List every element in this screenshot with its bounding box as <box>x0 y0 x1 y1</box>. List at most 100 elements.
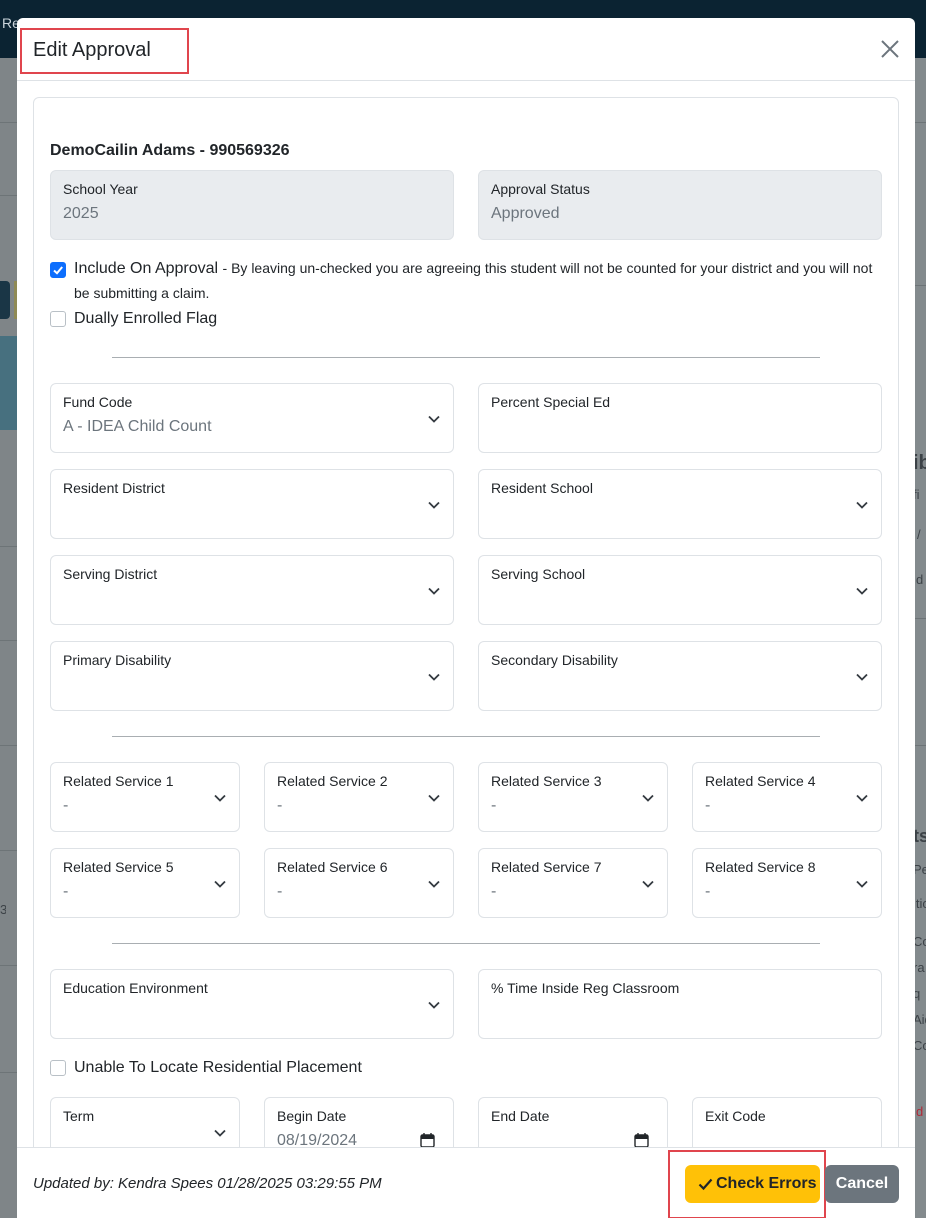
end-date-label: End Date <box>491 1108 550 1124</box>
resident-school-label: Resident School <box>491 480 593 496</box>
chevron-down-icon <box>855 670 869 684</box>
serving-school-label: Serving School <box>491 566 586 582</box>
percent-special-ed-input[interactable]: Percent Special Ed <box>478 383 882 453</box>
include-on-approval-checkbox[interactable] <box>50 262 66 278</box>
chevron-down-icon <box>641 877 655 891</box>
related-service-8-select[interactable]: Related Service 8 - <box>692 848 882 918</box>
related-service-value: - <box>705 883 711 900</box>
section-divider <box>112 736 820 737</box>
modal-header: Edit Approval <box>17 18 915 81</box>
background-divider <box>0 1072 17 1073</box>
background-divider <box>0 640 17 641</box>
background-divider <box>0 850 17 851</box>
time-inside-reg-classroom-label: % Time Inside Reg Classroom <box>491 980 680 996</box>
close-button[interactable] <box>879 38 901 60</box>
background-divider <box>0 965 17 966</box>
background-divider <box>0 195 17 196</box>
percent-special-ed-label: Percent Special Ed <box>491 394 611 410</box>
related-service-label: Related Service 2 <box>277 773 388 789</box>
chevron-down-icon <box>427 998 441 1012</box>
begin-date-input[interactable]: Begin Date 08/19/2024 <box>264 1097 454 1147</box>
checkmark-icon <box>53 266 63 275</box>
background-divider <box>0 546 17 547</box>
related-service-value: - <box>491 883 497 900</box>
background-text: d <box>916 572 924 587</box>
serving-district-select[interactable]: Serving District <box>50 555 454 625</box>
related-service-value: - <box>705 797 711 814</box>
exit-code-input[interactable]: Exit Code <box>692 1097 882 1147</box>
related-service-6-select[interactable]: Related Service 6 - <box>264 848 454 918</box>
background-divider <box>915 122 926 123</box>
end-date-input[interactable]: End Date <box>478 1097 668 1147</box>
calendar-icon[interactable] <box>634 1132 649 1147</box>
check-icon <box>698 1177 713 1191</box>
resident-district-select[interactable]: Resident District <box>50 469 454 539</box>
serving-school-select[interactable]: Serving School <box>478 555 882 625</box>
chevron-down-icon <box>213 1126 227 1140</box>
resident-school-select[interactable]: Resident School <box>478 469 882 539</box>
fund-code-label: Fund Code <box>63 394 133 410</box>
related-service-label: Related Service 1 <box>63 773 174 789</box>
related-service-3-select[interactable]: Related Service 3 - <box>478 762 668 832</box>
background-divider <box>915 285 926 286</box>
background-divider <box>915 618 926 619</box>
school-year-value: 2025 <box>63 205 99 222</box>
primary-disability-select[interactable]: Primary Disability <box>50 641 454 711</box>
fund-code-select[interactable]: Fund Code A - IDEA Child Count <box>50 383 454 453</box>
primary-disability-label: Primary Disability <box>63 652 172 668</box>
student-name: DemoCailin Adams - 990569326 <box>50 142 290 159</box>
related-service-4-select[interactable]: Related Service 4 - <box>692 762 882 832</box>
related-service-label: Related Service 8 <box>705 859 816 875</box>
check-errors-button[interactable]: Check Errors <box>685 1165 820 1203</box>
background-button <box>0 281 10 319</box>
related-service-value: - <box>277 797 283 814</box>
calendar-icon[interactable] <box>420 1132 435 1147</box>
secondary-disability-select[interactable]: Secondary Disability <box>478 641 882 711</box>
related-service-label: Related Service 4 <box>705 773 816 789</box>
related-service-label: Related Service 6 <box>277 859 388 875</box>
approval-status-label: Approval Status <box>491 181 590 197</box>
chevron-down-icon <box>855 498 869 512</box>
include-on-approval-description: - By leaving un-checked you are agreeing… <box>222 260 873 276</box>
chevron-down-icon <box>427 877 441 891</box>
fund-code-value: A - IDEA Child Count <box>63 418 212 435</box>
check-errors-label: Check Errors <box>716 1175 817 1192</box>
related-service-value: - <box>63 797 69 814</box>
related-service-2-select[interactable]: Related Service 2 - <box>264 762 454 832</box>
cancel-button[interactable]: Cancel <box>825 1165 899 1203</box>
chevron-down-icon <box>427 584 441 598</box>
unable-to-locate-label: Unable To Locate Residential Placement <box>74 1059 362 1076</box>
term-label: Term <box>63 1108 95 1124</box>
modal-body[interactable]: DemoCailin Adams - 990569326 School Year… <box>17 81 915 1147</box>
chevron-down-icon <box>855 791 869 805</box>
chevron-down-icon <box>213 877 227 891</box>
chevron-down-icon <box>213 791 227 805</box>
term-select[interactable]: Term <box>50 1097 240 1147</box>
chevron-down-icon <box>427 791 441 805</box>
serving-district-label: Serving District <box>63 566 158 582</box>
school-year-field: School Year 2025 <box>50 170 454 240</box>
background-divider <box>0 745 17 746</box>
chevron-down-icon <box>641 791 655 805</box>
dually-enrolled-checkbox[interactable] <box>50 311 66 327</box>
include-on-approval-label: Include On Approval <box>74 260 219 277</box>
chevron-down-icon <box>427 498 441 512</box>
chevron-down-icon <box>855 877 869 891</box>
chevron-down-icon <box>427 670 441 684</box>
title-highlight-box <box>20 28 189 74</box>
related-service-value: - <box>277 883 283 900</box>
section-divider <box>112 943 820 944</box>
related-service-7-select[interactable]: Related Service 7 - <box>478 848 668 918</box>
chevron-down-icon <box>855 584 869 598</box>
approval-status-value: Approved <box>491 205 560 222</box>
chevron-down-icon <box>427 412 441 426</box>
background-divider <box>0 122 17 123</box>
background-text: 3 <box>0 902 6 917</box>
time-inside-reg-classroom-input[interactable]: % Time Inside Reg Classroom <box>478 969 882 1039</box>
unable-to-locate-checkbox[interactable] <box>50 1060 66 1076</box>
related-service-label: Related Service 3 <box>491 773 602 789</box>
related-service-1-select[interactable]: Related Service 1 - <box>50 762 240 832</box>
close-icon <box>881 40 899 58</box>
related-service-5-select[interactable]: Related Service 5 - <box>50 848 240 918</box>
education-environment-select[interactable]: Education Environment <box>50 969 454 1039</box>
